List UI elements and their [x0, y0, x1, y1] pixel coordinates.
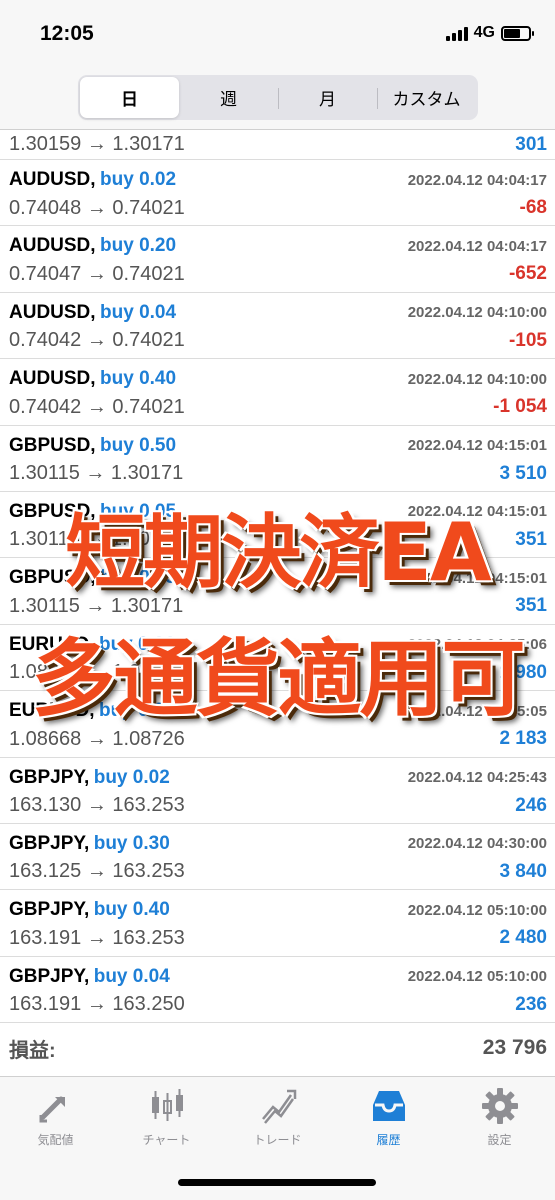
deal-profit: -1 054: [493, 396, 547, 418]
deal-prices: 163.125 → 163.253: [9, 860, 185, 883]
deal-side-volume: buy 0.30: [93, 832, 170, 854]
deal-prices: 0.74042 → 0.74021: [9, 329, 185, 352]
deal-side-volume: buy 0.02: [93, 766, 170, 788]
status-indicators: 4G: [445, 24, 534, 42]
history-inbox-icon: [369, 1087, 409, 1125]
overlay-banner-line1: 短期決済EA: [65, 506, 492, 599]
gear-icon: [480, 1087, 520, 1125]
deal-prices: 163.191 → 163.250: [9, 993, 185, 1016]
deal-side-volume: buy 0.04: [93, 965, 170, 987]
list-item[interactable]: GBPJPY, buy 0.02 2022.04.12 04:25:43 163.1…: [0, 758, 555, 824]
deal-profit: 236: [515, 993, 547, 1015]
status-time: 12:05: [40, 22, 94, 45]
summary: 損益: 23 796: [0, 1030, 555, 1066]
status-bar: 12:05 4G: [0, 0, 555, 68]
deal-symbol: GBPJPY,: [9, 832, 90, 854]
deal-time: 2022.04.12 05:10:00: [407, 901, 547, 919]
list-item-partial[interactable]: 1.30159 → 1.30171 301: [0, 130, 555, 160]
deal-profit: 3 510: [499, 462, 547, 484]
segment-2[interactable]: 月: [278, 77, 377, 118]
deal-profit: 2 480: [499, 927, 547, 949]
deal-symbol: GBPJPY,: [9, 965, 90, 987]
signal-icon: [445, 25, 468, 41]
tab-label: チャート: [142, 1133, 191, 1147]
deal-prices: 1.30159 → 1.30171: [9, 133, 185, 155]
deal-profit: -652: [508, 263, 547, 285]
list-item[interactable]: GBPJPY, buy 0.40 2022.04.12 05:10:00 163.1…: [0, 890, 555, 957]
deal-time: 2022.04.12 04:04:17: [407, 171, 547, 189]
deal-side-volume: buy 0.40: [100, 368, 177, 390]
deal-profit: 301: [515, 133, 547, 155]
network-type: 4G: [473, 24, 495, 41]
deal-symbol: GBPUSD,: [9, 434, 96, 456]
deal-prices: 163.191 → 163.253: [9, 926, 185, 949]
deal-time: 2022.04.12 04:04:17: [407, 237, 547, 255]
tab-bar: 気配値 チャート トレード 履歴 設定: [0, 1076, 555, 1200]
list-item[interactable]: AUDUSD, buy 0.04 2022.04.12 04:10:00 0.740…: [0, 293, 555, 360]
deal-symbol: AUDUSD,: [9, 235, 96, 257]
chart-candles-icon: [147, 1087, 187, 1125]
tab-trade[interactable]: トレード: [222, 1077, 333, 1157]
list-item[interactable]: AUDUSD, buy 0.20 2022.04.12 04:04:17 0.740…: [0, 226, 555, 293]
deal-time: 2022.04.12 05:10:00: [407, 968, 547, 986]
trade-icon: [258, 1087, 298, 1125]
tab-quotes[interactable]: 気配値: [0, 1077, 111, 1157]
deal-side-volume: buy 0.20: [100, 235, 177, 257]
list-item[interactable]: GBPJPY, buy 0.04 2022.04.12 05:10:00 163.1…: [0, 957, 555, 1024]
deal-symbol: AUDUSD,: [9, 368, 96, 390]
tab-history-inbox[interactable]: 履歴: [333, 1077, 444, 1157]
list-item[interactable]: AUDUSD, buy 0.40 2022.04.12 04:10:00 0.740…: [0, 359, 555, 426]
deal-symbol: AUDUSD,: [9, 301, 96, 323]
deal-prices: 1.30115 → 1.30171: [9, 462, 184, 485]
deal-time: 2022.04.12 04:15:01: [407, 437, 547, 455]
overlay-banner-line2: 多通貨適用可: [31, 630, 525, 728]
deal-time: 2022.04.12 04:30:00: [407, 835, 547, 853]
deal-time: 2022.04.12 04:25:43: [407, 769, 547, 787]
segment-3[interactable]: カスタム: [377, 77, 476, 118]
deal-side-volume: buy 0.02: [100, 169, 177, 190]
quotes-icon: [36, 1087, 76, 1125]
period-selector-bar: 日週月カスタム: [0, 68, 555, 130]
profit-total-label: 損益:: [9, 1039, 56, 1062]
list-item[interactable]: AUDUSD, buy 0.02 2022.04.12 04:04:17 0.740…: [0, 160, 555, 227]
list-item[interactable]: GBPUSD, buy 0.50 2022.04.12 04:15:01 1.301…: [0, 426, 555, 492]
deal-prices: 0.74047 → 0.74021: [9, 262, 185, 285]
profit-total-value: 23 796: [482, 1036, 547, 1059]
segment-1[interactable]: 週: [179, 77, 278, 118]
deal-side-volume: buy 0.40: [93, 899, 170, 921]
deal-profit: 3 840: [499, 860, 547, 882]
deal-prices: 0.74048 → 0.74021: [9, 196, 185, 219]
tab-label: 履歴: [376, 1133, 401, 1147]
deal-profit: -68: [519, 197, 547, 218]
deal-symbol: GBPJPY,: [9, 899, 90, 921]
tab-label: 設定: [487, 1133, 512, 1147]
segment-0[interactable]: 日: [80, 77, 179, 118]
deal-time: 2022.04.12 04:10:00: [407, 304, 547, 322]
deal-side-volume: buy 0.04: [100, 301, 177, 323]
tab-label: トレード: [253, 1133, 302, 1147]
deal-prices: 163.130 → 163.253: [9, 794, 185, 817]
deal-side-volume: buy 0.50: [100, 434, 177, 456]
deal-symbol: AUDUSD,: [9, 169, 96, 190]
deal-profit: -105: [508, 329, 547, 351]
tab-gear[interactable]: 設定: [444, 1077, 555, 1157]
tab-chart-candles[interactable]: チャート: [111, 1077, 222, 1157]
battery-icon: [501, 25, 534, 41]
list-item[interactable]: GBPJPY, buy 0.30 2022.04.12 04:30:00 163.1…: [0, 824, 555, 891]
deal-prices: 0.74042 → 0.74021: [9, 395, 185, 418]
deal-time: 2022.04.12 04:10:00: [407, 370, 547, 388]
deal-profit: 246: [515, 794, 547, 816]
period-segmented-control: 日週月カスタム: [78, 75, 478, 120]
tab-label: 気配値: [37, 1133, 74, 1147]
home-indicator: [178, 1179, 376, 1186]
deal-symbol: GBPJPY,: [9, 766, 90, 788]
